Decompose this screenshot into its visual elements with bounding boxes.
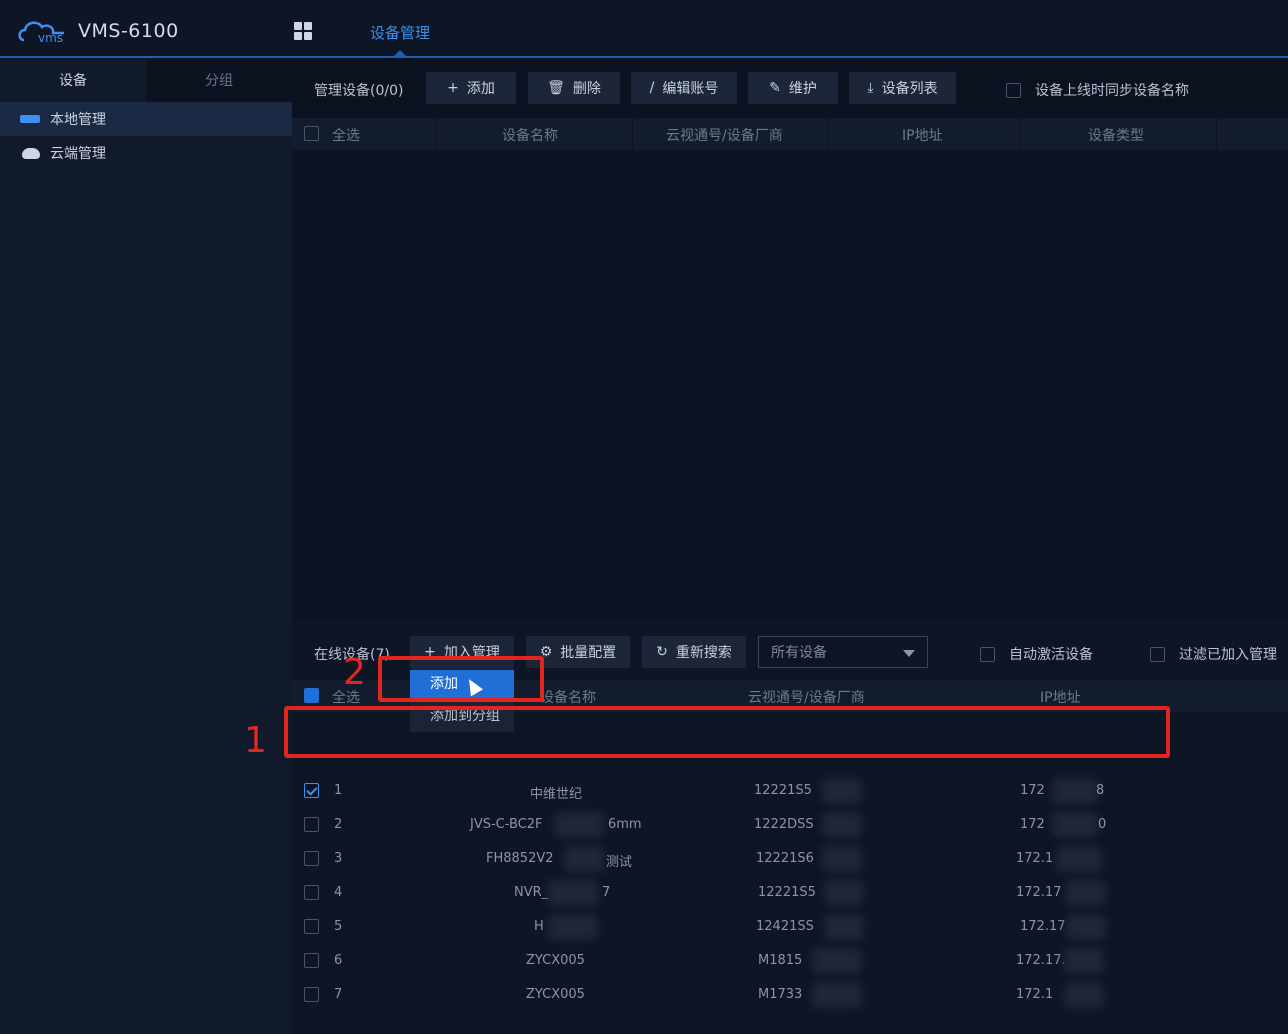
annotation-number-step2: 2 [343, 652, 366, 693]
sync-name-option[interactable]: 设备上线时同步设备名称 [1006, 80, 1189, 100]
column-device-name: 设备名称 [540, 690, 596, 706]
row-checkbox[interactable] [304, 851, 319, 866]
plus-icon: + [447, 80, 459, 96]
column-device-type: 设备类型 [1088, 128, 1144, 144]
device-list-button[interactable]: ⤓ 设备列表 [849, 72, 956, 104]
table-row[interactable]: 2 JVS-C-BC2F 6mm 1222DSS 172 0 [292, 808, 1288, 842]
add-button[interactable]: + 添加 [426, 72, 516, 104]
rescan-button[interactable]: ↻ 重新搜索 [642, 636, 746, 668]
column-ip: IP地址 [1040, 690, 1081, 706]
row-checkbox[interactable] [304, 817, 319, 832]
tab-device-management[interactable]: 设备管理 [352, 22, 448, 43]
managed-devices-label: 管理设备(0/0) [314, 83, 404, 99]
wrench-icon: ✎ [769, 80, 781, 96]
row-checkbox[interactable] [304, 953, 319, 968]
cloud-icon [20, 146, 40, 160]
annotation-box-step1 [284, 706, 1170, 758]
apps-grid-icon[interactable] [294, 22, 312, 40]
table-row[interactable]: 7 ZYCX005 M1733 172.1 [292, 978, 1288, 1012]
sidebar: 设备 分组 本地管理 云端管理 [0, 60, 292, 1034]
column-cloud-id: 云视通号/设备厂商 [748, 690, 865, 706]
pencil-icon: / [649, 80, 655, 96]
row-checkbox[interactable] [304, 783, 319, 798]
edit-account-button[interactable]: / 编辑账号 [631, 72, 737, 104]
table-row[interactable]: 5 H 12421SS 172.17 [292, 910, 1288, 944]
local-device-icon [20, 115, 40, 123]
refresh-icon: ↻ [656, 644, 668, 660]
export-icon: ⤓ [867, 80, 874, 96]
managed-table-body [292, 150, 1288, 620]
table-row[interactable]: 4 NVR_ 7 12221S5 172.17 [292, 876, 1288, 910]
table-row[interactable]: 3 FH8852V2 测试 12221S6 172.1 [292, 842, 1288, 876]
sidebar-tabs: 设备 分组 [0, 60, 292, 102]
maintain-button[interactable]: ✎ 维护 [748, 72, 838, 104]
sidebar-item-label: 云端管理 [50, 146, 106, 162]
trash-icon: 🗑 [547, 80, 565, 96]
sync-name-checkbox[interactable] [1006, 82, 1021, 98]
row-checkbox[interactable] [304, 987, 319, 1002]
column-ip: IP地址 [902, 128, 943, 144]
row-checkbox[interactable] [304, 885, 319, 900]
managed-table-header: 全选 设备名称 云视通号/设备厂商 IP地址 设备类型 [292, 118, 1288, 150]
auto-activate-checkbox[interactable] [980, 646, 995, 662]
column-cloud-id: 云视通号/设备厂商 [666, 128, 783, 144]
delete-button[interactable]: 🗑 删除 [528, 72, 620, 104]
sidebar-tab-devices[interactable]: 设备 [0, 60, 146, 102]
annotation-box-step2 [378, 656, 544, 702]
main-panel: 管理设备(0/0) + 添加 🗑 删除 / 编辑账号 ✎ 维护 ⤓ 设备列表 设… [292, 60, 1288, 1034]
managed-toolbar: 管理设备(0/0) + 添加 🗑 删除 / 编辑账号 ✎ 维护 ⤓ 设备列表 设… [292, 72, 1288, 106]
vms-cloud-logo: vms [18, 21, 64, 45]
app-header: vms VMS-6100 设备管理 [0, 0, 1288, 58]
sidebar-item-local-management[interactable]: 本地管理 [0, 102, 292, 136]
active-tab-indicator [352, 50, 448, 58]
sidebar-item-label: 本地管理 [50, 112, 106, 128]
app-title: VMS-6100 [78, 20, 179, 42]
table-row[interactable]: 1 中维世纪 12221S5 172 8 [292, 774, 1288, 808]
filter-added-option[interactable]: 过滤已加入管理 [1150, 644, 1277, 664]
online-select-all-checkbox[interactable] [304, 688, 319, 703]
column-device-name: 设备名称 [502, 128, 558, 144]
sidebar-item-cloud-management[interactable]: 云端管理 [0, 136, 292, 170]
column-select-all: 全选 [332, 128, 360, 144]
chevron-down-icon [903, 650, 915, 657]
svg-text:vms: vms [38, 31, 63, 45]
sidebar-tab-groups[interactable]: 分组 [146, 60, 292, 102]
filter-added-checkbox[interactable] [1150, 646, 1165, 662]
auto-activate-option[interactable]: 自动激活设备 [980, 644, 1093, 664]
annotation-number-step1: 1 [244, 720, 267, 761]
managed-select-all-checkbox[interactable] [304, 126, 319, 141]
table-row[interactable]: 6 ZYCX005 M1815 172.17. [292, 944, 1288, 978]
device-filter-select[interactable]: 所有设备 [758, 636, 928, 668]
row-checkbox[interactable] [304, 919, 319, 934]
